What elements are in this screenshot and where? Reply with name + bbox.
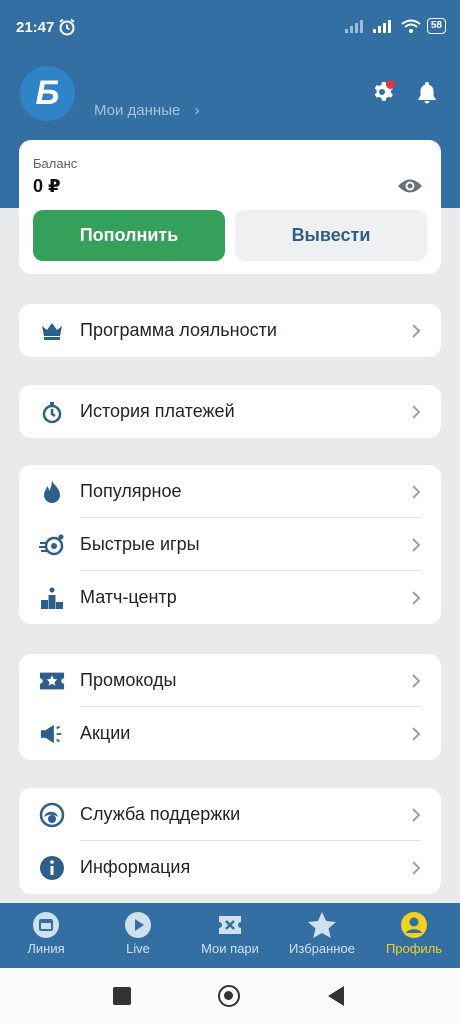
chevron-right-icon bbox=[412, 860, 421, 875]
home-button[interactable] bbox=[218, 985, 240, 1007]
promo-card: Промокоды Акции bbox=[19, 654, 441, 760]
balance-value: 0 ₽ bbox=[33, 176, 61, 196]
menu-item-promotions[interactable]: Акции bbox=[19, 707, 441, 760]
menu-item-loyalty[interactable]: Программа лояльности bbox=[19, 304, 441, 357]
tab-line[interactable]: Линия bbox=[0, 903, 92, 968]
menu-label-support: Служба поддержки bbox=[80, 804, 241, 824]
payments-card: История платежей bbox=[19, 385, 441, 438]
tab-label: Мои пари bbox=[201, 941, 259, 956]
chevron-right-icon bbox=[412, 537, 421, 552]
alarm-icon bbox=[59, 18, 75, 36]
chevron-right-icon bbox=[412, 807, 421, 822]
menu-label-match-center: Матч-центр bbox=[80, 587, 177, 607]
menu-item-info[interactable]: Информация bbox=[19, 841, 441, 894]
system-nav-bar bbox=[0, 968, 460, 1024]
support-card: Служба поддержки Информация bbox=[19, 788, 441, 894]
menu-item-promocodes[interactable]: Промокоды bbox=[19, 654, 441, 707]
deposit-button[interactable]: Пополнить bbox=[33, 210, 225, 261]
menu-item-popular[interactable]: Популярное bbox=[19, 465, 441, 518]
chevron-right-icon bbox=[412, 726, 421, 741]
my-data-link[interactable]: Мои данные › bbox=[94, 102, 200, 119]
bell-icon[interactable] bbox=[415, 80, 439, 104]
menu-item-support[interactable]: Служба поддержки bbox=[19, 788, 441, 841]
tab-label: Избранное bbox=[289, 941, 355, 956]
eye-icon[interactable] bbox=[397, 178, 423, 194]
crown-icon bbox=[39, 318, 65, 344]
my-data-label: Мои данные bbox=[94, 102, 181, 119]
balance-label: Баланс bbox=[33, 156, 78, 171]
star-icon bbox=[308, 912, 336, 938]
battery-indicator: 58 bbox=[426, 18, 446, 34]
menu-label-promotions: Акции bbox=[80, 723, 131, 743]
tab-label: Профиль bbox=[385, 941, 443, 956]
bottom-tab-bar: Линия Live Мои пари Избранное Профиль bbox=[0, 903, 460, 968]
chevron-right-icon bbox=[412, 484, 421, 499]
brand-logo: Б bbox=[20, 66, 75, 121]
chevron-right-icon bbox=[412, 404, 421, 419]
menu-item-payments[interactable]: История платежей bbox=[19, 385, 441, 438]
menu-label-info: Информация bbox=[80, 857, 191, 877]
tab-label: Линия bbox=[27, 941, 65, 956]
tab-live[interactable]: Live bbox=[92, 903, 184, 968]
status-bar: 21:47 58 bbox=[0, 0, 460, 56]
wifi-icon bbox=[401, 19, 421, 33]
withdraw-button[interactable]: Вывести bbox=[235, 210, 427, 261]
chevron-right-icon bbox=[412, 323, 421, 338]
menu-item-fast-games[interactable]: Быстрые игры bbox=[19, 518, 441, 571]
signal-icon-2 bbox=[372, 20, 391, 33]
tab-profile[interactable]: Профиль bbox=[368, 903, 460, 968]
play-icon bbox=[125, 912, 151, 938]
ticket-star-icon bbox=[39, 668, 65, 694]
back-button[interactable] bbox=[328, 986, 344, 1006]
menu-item-match-center[interactable]: Матч-центр bbox=[19, 571, 441, 624]
menu-label-promocodes: Промокоды bbox=[80, 670, 177, 690]
info-icon bbox=[39, 855, 65, 881]
notification-dot bbox=[386, 80, 395, 89]
menu-label-popular: Популярное bbox=[80, 481, 182, 501]
chevron-right-icon: › bbox=[194, 102, 200, 119]
games-card: Популярное Быстрые игры Матч-центр bbox=[19, 465, 441, 624]
chevron-right-icon bbox=[412, 590, 421, 605]
tab-favorites[interactable]: Избранное bbox=[276, 903, 368, 968]
tab-my-bets[interactable]: Мои пари bbox=[184, 903, 276, 968]
loyalty-card: Программа лояльности bbox=[19, 304, 441, 357]
menu-label-payments: История платежей bbox=[80, 401, 235, 421]
chevron-right-icon bbox=[412, 673, 421, 688]
balance-card: Баланс 0 ₽ Пополнить Вывести bbox=[19, 140, 441, 274]
podium-icon bbox=[39, 585, 65, 611]
tab-label: Live bbox=[126, 941, 150, 956]
fast-games-icon bbox=[39, 532, 65, 558]
recent-apps-button[interactable] bbox=[113, 987, 131, 1005]
calendar-icon bbox=[33, 912, 59, 938]
stopwatch-icon bbox=[39, 399, 65, 425]
flame-icon bbox=[39, 479, 65, 505]
support-headset-icon bbox=[39, 802, 65, 828]
megaphone-icon bbox=[39, 721, 65, 747]
menu-label-fast-games: Быстрые игры bbox=[80, 534, 200, 554]
signal-icon bbox=[344, 20, 363, 33]
menu-label-loyalty: Программа лояльности bbox=[80, 320, 277, 340]
profile-icon bbox=[401, 912, 427, 938]
ticket-icon bbox=[219, 916, 241, 934]
status-time: 21:47 bbox=[16, 19, 55, 36]
